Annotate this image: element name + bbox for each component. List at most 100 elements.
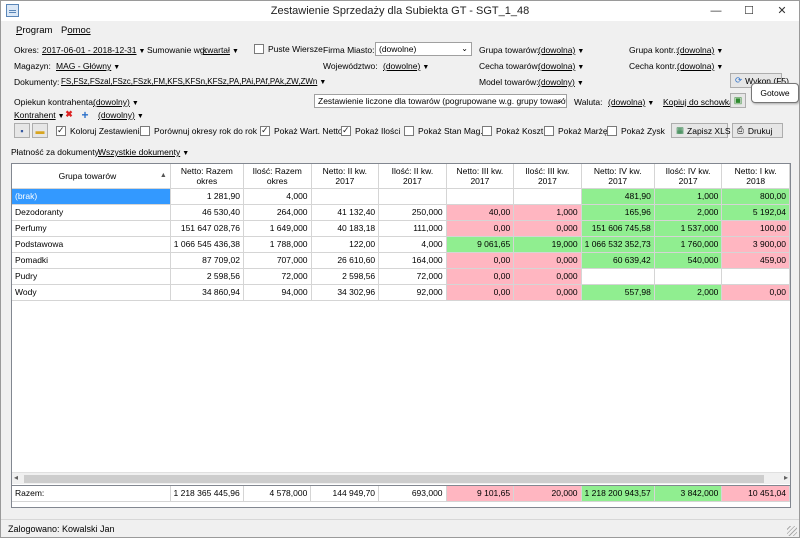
porownuj-checkbox[interactable]: Porównuj okresy rok do rok: [140, 126, 257, 136]
value-cell[interactable]: 0,00: [446, 268, 515, 285]
value-cell[interactable]: 9 101,65: [446, 486, 515, 502]
magazyn-link[interactable]: MAG - Główny: [56, 61, 120, 71]
value-cell[interactable]: 1 537,000: [654, 220, 723, 237]
value-cell[interactable]: 0,00: [446, 252, 515, 269]
value-cell[interactable]: 34 302,96: [311, 284, 380, 301]
row-label-cell[interactable]: Razem:: [12, 486, 171, 502]
value-cell[interactable]: 1 218 200 943,57: [581, 486, 655, 502]
pokaz-wart-netto-checkbox[interactable]: Pokaż Wart. Netto: [260, 125, 343, 136]
wojewodztwo-link[interactable]: (dowolne): [383, 61, 429, 71]
table-row[interactable]: Pomadki 87 709,02 707,000 26 610,60 164,000 0…: [12, 252, 790, 269]
value-cell[interactable]: 1 218 365 445,96: [170, 486, 244, 502]
value-cell[interactable]: 1 281,90: [170, 188, 244, 205]
value-cell[interactable]: 1 788,000: [243, 236, 312, 253]
row-label-cell[interactable]: Pomadki: [12, 252, 171, 269]
value-cell[interactable]: 3 900,00: [721, 236, 790, 253]
value-cell[interactable]: 693,000: [378, 486, 447, 502]
table-row[interactable]: (brak) 1 281,90 4,000 481,90 1,000 800,00: [12, 188, 790, 205]
column-header[interactable]: Netto: III kw. 2017: [446, 164, 515, 189]
value-cell[interactable]: 20,000: [513, 486, 582, 502]
value-cell[interactable]: 144 949,70: [310, 486, 380, 502]
kontrahent-link[interactable]: Kontrahent: [14, 110, 65, 120]
value-cell[interactable]: 2,000: [654, 284, 723, 301]
table-row[interactable]: Pudry 2 598,56 72,000 2 598,56 72,000 0,00 0,0…: [12, 268, 790, 285]
value-cell[interactable]: 1 066 545 436,38: [170, 236, 244, 253]
drukuj-button[interactable]: ⎙ Drukuj: [732, 123, 783, 138]
scroll-thumb[interactable]: [24, 475, 764, 483]
value-cell[interactable]: 72,000: [378, 268, 447, 285]
resize-grip-icon[interactable]: [787, 526, 797, 536]
value-cell[interactable]: 2 598,56: [311, 268, 380, 285]
clear-icon[interactable]: ✖: [61, 107, 77, 122]
kopiuj-link[interactable]: Kopiuj do schowka: [663, 97, 734, 107]
value-cell[interactable]: [721, 268, 790, 285]
menu-pomoc[interactable]: Pomoc: [61, 25, 91, 36]
value-cell[interactable]: 1 066 532 352,73: [581, 236, 655, 253]
value-cell[interactable]: [654, 268, 723, 285]
value-cell[interactable]: 1 760,000: [654, 236, 723, 253]
column-header[interactable]: Ilość: II kw. 2017: [378, 164, 447, 189]
value-cell[interactable]: 4,000: [243, 188, 312, 205]
value-cell[interactable]: 557,98: [581, 284, 655, 301]
value-cell[interactable]: 100,00: [721, 220, 790, 237]
totals-row[interactable]: Razem: 1 218 365 445,96 4 578,000 144 949,7…: [12, 486, 790, 502]
value-cell[interactable]: 111,000: [378, 220, 447, 237]
value-cell[interactable]: 1,000: [654, 188, 723, 205]
value-cell[interactable]: 4,000: [378, 236, 447, 253]
cecha-towarow-link[interactable]: (dowolna): [538, 61, 584, 71]
column-header[interactable]: Netto: Razem okres: [170, 164, 244, 189]
pokaz-stan-mag-checkbox[interactable]: Pokaż Stan Mag.: [404, 126, 483, 136]
okres-link[interactable]: 2017-06-01 - 2018-12-31: [42, 45, 145, 55]
sumowanie-link[interactable]: kwartał: [203, 45, 239, 55]
value-cell[interactable]: 481,90: [581, 188, 655, 205]
value-cell[interactable]: 250,000: [378, 204, 447, 221]
scroll-right-icon[interactable]: ▸: [784, 473, 788, 482]
value-cell[interactable]: 41 132,40: [311, 204, 380, 221]
column-header[interactable]: Netto: IV kw. 2017: [581, 164, 655, 189]
value-cell[interactable]: 0,000: [513, 220, 582, 237]
add-icon[interactable]: +: [77, 107, 93, 122]
value-cell[interactable]: [311, 188, 380, 205]
menu-program[interactable]: Program: [16, 25, 52, 36]
value-cell[interactable]: 3 842,000: [654, 486, 723, 502]
value-cell[interactable]: 164,000: [378, 252, 447, 269]
zestawienie-combo[interactable]: Zestawienie liczone dla towarów (pogrupo…: [314, 94, 567, 108]
value-cell[interactable]: 60 639,42: [581, 252, 655, 269]
row-label-cell[interactable]: Podstawowa: [12, 236, 171, 253]
value-cell[interactable]: 1,000: [513, 204, 582, 221]
value-cell[interactable]: 264,000: [243, 204, 312, 221]
value-cell[interactable]: 151 647 028,76: [170, 220, 244, 237]
pokaz-ilosci-checkbox[interactable]: Pokaż Ilości: [341, 125, 400, 136]
row-label-cell[interactable]: Dezodoranty: [12, 204, 171, 221]
table-row[interactable]: Wody 34 860,94 94,000 34 302,96 92,000 0,00 0,…: [12, 284, 790, 301]
value-cell[interactable]: 0,00: [446, 284, 515, 301]
value-cell[interactable]: 92,000: [378, 284, 447, 301]
value-cell[interactable]: 0,000: [513, 268, 582, 285]
table-row[interactable]: Podstawowa 1 066 545 436,38 1 788,000 122,0…: [12, 236, 790, 253]
value-cell[interactable]: 0,00: [446, 220, 515, 237]
puste-wiersze-checkbox[interactable]: Puste Wiersze: [254, 44, 323, 54]
value-cell[interactable]: 0,000: [513, 252, 582, 269]
value-cell[interactable]: 707,000: [243, 252, 312, 269]
value-cell[interactable]: 46 530,40: [170, 204, 244, 221]
value-cell[interactable]: 26 610,60: [311, 252, 380, 269]
close-button[interactable]: ✕: [767, 1, 797, 21]
export-icon[interactable]: ▣: [730, 93, 746, 108]
row-label-cell[interactable]: Wody: [12, 284, 171, 301]
cecha-kontr-link[interactable]: (dowolna): [677, 61, 723, 71]
firma-miasto-combo[interactable]: (dowolne) ⌄: [375, 42, 472, 56]
value-cell[interactable]: 0,000: [513, 284, 582, 301]
value-cell[interactable]: 800,00: [721, 188, 790, 205]
koloruj-checkbox[interactable]: Koloruj Zestawienia: [56, 125, 144, 136]
value-cell[interactable]: 0,00: [721, 284, 790, 301]
pokaz-zysk-checkbox[interactable]: Pokaż Zysk: [607, 126, 665, 136]
waluta-link[interactable]: (dowolna): [608, 97, 654, 107]
save-icon[interactable]: ▪: [14, 123, 30, 138]
value-cell[interactable]: 122,00: [311, 236, 380, 253]
value-cell[interactable]: 94,000: [243, 284, 312, 301]
zapisz-xls-button[interactable]: ▦ Zapisz XLS: [671, 123, 731, 138]
column-header[interactable]: Ilość: Razem okres: [243, 164, 312, 189]
value-cell[interactable]: 4 578,000: [243, 486, 312, 502]
column-header[interactable]: Ilość: IV kw. 2017: [654, 164, 723, 189]
value-cell[interactable]: 1 649,000: [243, 220, 312, 237]
